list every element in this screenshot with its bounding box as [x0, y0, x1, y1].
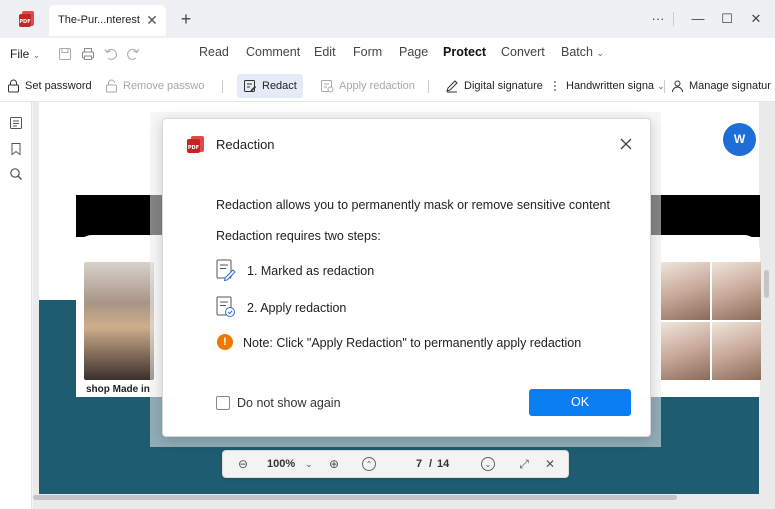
mark-redaction-icon	[216, 259, 236, 282]
toolbar-divider	[428, 80, 429, 93]
photo-grid-cell	[661, 322, 710, 380]
more-options-icon[interactable]: ···	[650, 11, 666, 27]
remove-password-button[interactable]: Remove passwo	[105, 74, 204, 98]
left-sidebar	[0, 102, 32, 509]
step-2-text: 2. Apply redaction	[247, 301, 347, 315]
zoom-in-icon[interactable]: ⊕	[327, 457, 341, 471]
title-bar: PDF The-Pur...nterest ✕ + ··· — ☐ ✕	[0, 0, 775, 38]
redact-label: Redact	[262, 80, 297, 92]
previous-page-icon[interactable]: ⌃	[362, 457, 376, 471]
redo-icon[interactable]	[125, 46, 141, 62]
photo-grid-cell	[661, 262, 710, 320]
window-close-icon[interactable]: ✕	[748, 11, 764, 27]
menu-read[interactable]: Read	[199, 45, 229, 59]
menu-protect[interactable]: Protect	[443, 45, 486, 59]
steps-heading: Redaction requires two steps:	[216, 229, 381, 243]
menu-edit[interactable]: Edit	[314, 45, 336, 59]
ok-button[interactable]: OK	[529, 389, 631, 416]
set-password-label: Set password	[25, 80, 92, 92]
thumbnails-icon[interactable]	[9, 116, 23, 130]
minimize-icon[interactable]: —	[690, 11, 706, 27]
redact-button[interactable]: Redact	[237, 74, 303, 98]
menu-form[interactable]: Form	[353, 45, 382, 59]
svg-text:PDF: PDF	[19, 19, 30, 25]
zoom-out-icon[interactable]: ⊖	[236, 457, 250, 471]
pdf-app-logo-icon: PDF	[187, 136, 204, 153]
maximize-icon[interactable]: ☐	[719, 11, 735, 27]
save-icon[interactable]	[57, 46, 73, 62]
total-pages: 14	[437, 458, 450, 470]
page-separator: /	[429, 458, 433, 470]
lock-icon	[8, 79, 19, 93]
file-menu[interactable]: File ⌄	[10, 47, 40, 61]
menu-convert[interactable]: Convert	[501, 45, 545, 59]
note-text: Note: Click "Apply Redaction" to permane…	[243, 336, 582, 350]
photo-caption: shop Made in	[86, 384, 150, 395]
user-manage-icon	[672, 80, 683, 93]
bookmark-icon[interactable]	[9, 142, 23, 156]
apply-redaction-icon	[216, 296, 235, 317]
handwritten-signature-button[interactable]: Handwritten signa ⌄	[553, 74, 665, 98]
tab-close-icon[interactable]: ✕	[145, 13, 159, 27]
close-icon[interactable]	[618, 136, 634, 152]
redact-icon	[244, 80, 257, 92]
photo-grid-cell	[712, 322, 761, 380]
fit-page-icon[interactable]: ⤢	[517, 457, 531, 471]
vertical-scrollbar[interactable]	[764, 270, 769, 298]
apply-redaction-icon	[321, 80, 334, 93]
file-menu-label: File	[10, 47, 30, 61]
chevron-down-icon[interactable]: ⌄	[302, 457, 316, 471]
handwriting-icon	[554, 81, 556, 91]
pen-icon	[446, 80, 458, 93]
digital-signature-label: Digital signature	[464, 80, 543, 92]
photo-grid-cell	[712, 262, 761, 320]
menu-page[interactable]: Page	[399, 45, 428, 59]
menu-batch[interactable]: Batch ⌄	[561, 45, 604, 59]
page-navigation-bar: ⊖ 100% ⌄ ⊕ ⌃ 7 / 14 ⌄ ⤢ ✕	[222, 450, 569, 478]
chevron-down-icon: ⌄	[32, 50, 41, 60]
horizontal-scrollbar[interactable]	[33, 495, 677, 500]
redaction-dialog: PDF Redaction Redaction allows you to pe…	[162, 118, 651, 437]
zoom-level[interactable]: 100%	[267, 458, 295, 470]
undo-icon[interactable]	[103, 46, 119, 62]
pdf-app-logo-icon: PDF	[19, 11, 34, 27]
do-not-show-again-checkbox[interactable]	[216, 396, 230, 410]
dialog-title: Redaction	[216, 137, 275, 152]
current-page[interactable]: 7	[416, 458, 422, 470]
unlock-icon	[106, 79, 117, 93]
set-password-button[interactable]: Set password	[7, 74, 92, 98]
apply-redaction-label: Apply redaction	[339, 80, 415, 92]
document-tab[interactable]: The-Pur...nterest ✕	[49, 5, 166, 36]
svg-text:PDF: PDF	[188, 145, 199, 151]
protect-toolbar: Set password Remove passwo Redact Apply …	[0, 70, 775, 102]
new-tab-icon[interactable]: +	[178, 10, 194, 28]
print-icon[interactable]	[80, 46, 96, 62]
next-page-icon[interactable]: ⌄	[481, 457, 495, 471]
page-photo	[84, 262, 154, 380]
close-pagebar-icon[interactable]: ✕	[543, 457, 557, 471]
dialog-description: Redaction allows you to permanently mask…	[216, 198, 610, 212]
menu-comment[interactable]: Comment	[246, 45, 300, 59]
manage-signature-label: Manage signatur	[689, 80, 771, 92]
page-photo-grid	[661, 262, 761, 380]
search-icon[interactable]	[9, 167, 23, 181]
menu-bar: File ⌄ Read Comment Edit Form Page Prote…	[0, 38, 775, 70]
convert-to-word-icon[interactable]: W	[723, 123, 756, 156]
step-1-text: 1. Marked as redaction	[247, 264, 375, 278]
tab-title: The-Pur...nterest	[58, 14, 140, 26]
toolbar-divider	[222, 80, 223, 93]
apply-redaction-button[interactable]: Apply redaction	[320, 74, 415, 98]
warning-icon: !	[217, 334, 233, 350]
menu-batch-label: Batch	[561, 45, 593, 59]
manage-signature-button[interactable]: Manage signatur ⌄	[671, 74, 775, 98]
digital-signature-button[interactable]: Digital signature	[445, 74, 543, 98]
do-not-show-again-label[interactable]: Do not show again	[237, 396, 341, 410]
chevron-down-icon: ⌄	[596, 48, 604, 58]
window-divider	[673, 12, 674, 26]
remove-password-label: Remove passwo	[123, 80, 205, 92]
toolbar-divider	[664, 80, 665, 93]
handwritten-signature-label: Handwritten signa	[566, 80, 655, 92]
